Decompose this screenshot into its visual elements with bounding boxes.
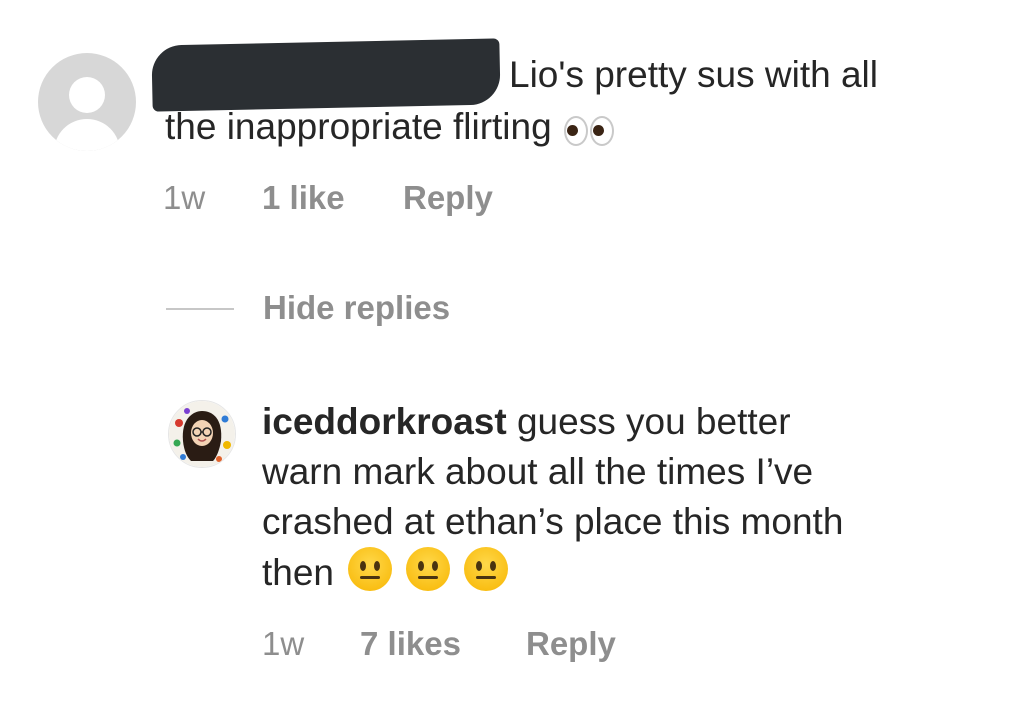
user-avatar[interactable]	[168, 400, 236, 468]
reply-text-segment: guess you better	[516, 401, 791, 442]
reply-text-line: then	[262, 547, 509, 598]
reply-text-line: warn mark about all the times I’ve	[262, 451, 814, 492]
reply-text-line: crashed at ethan’s place this month	[262, 501, 844, 542]
avatar-head-shape	[69, 77, 105, 113]
comment-text-segment: the inappropriate flirting	[165, 106, 552, 147]
comment-text-line: Lio's pretty sus with all	[509, 54, 878, 95]
reply-timestamp: 1w	[262, 625, 305, 662]
eyes-icon	[563, 104, 616, 154]
eye-shape	[563, 116, 588, 147]
default-avatar[interactable]	[38, 53, 136, 151]
reply-text-line: iceddorkroast guess you better	[262, 397, 791, 447]
reply-reply-button[interactable]: Reply	[526, 624, 616, 664]
neutral-face-icon	[406, 547, 451, 591]
neutral-face-icon	[348, 547, 393, 591]
replies-divider	[166, 308, 234, 310]
reply-text-segment: then	[262, 552, 335, 593]
reply-likes-link[interactable]: 7 likes	[360, 624, 461, 664]
comment-text-line: the inappropriate flirting	[165, 102, 616, 154]
comment-likes-link[interactable]: 1 like	[262, 178, 345, 218]
redacted-username	[151, 38, 501, 112]
comment-reply-button[interactable]: Reply	[403, 178, 493, 218]
user-avatar-illustration	[169, 401, 235, 467]
comment-timestamp: 1w	[163, 179, 206, 216]
hide-replies-button[interactable]: Hide replies	[263, 288, 450, 328]
avatar-body-shape	[54, 119, 120, 151]
neutral-face-icon	[464, 547, 509, 591]
eye-shape	[589, 116, 614, 147]
reply-username[interactable]: iceddorkroast	[262, 401, 507, 442]
